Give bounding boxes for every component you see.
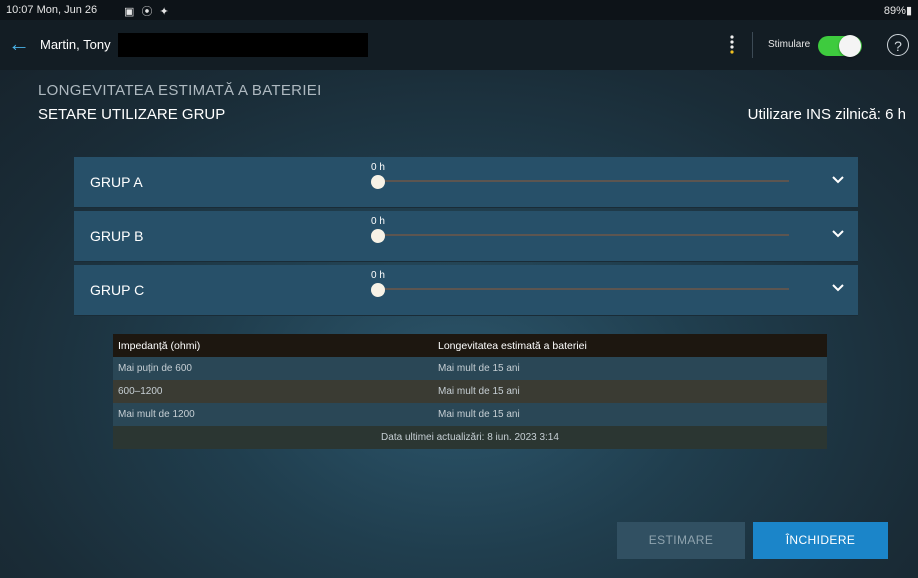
chevron-down-icon[interactable] (831, 229, 845, 239)
group-label: GRUP B (90, 228, 144, 244)
divider (752, 32, 753, 58)
group-row-b[interactable]: GRUP B 0 h (74, 211, 858, 261)
table-cell: Mai mult de 15 ani (438, 386, 520, 397)
table-row: Mai mult de 1200 Mai mult de 15 ani (113, 403, 827, 426)
clock: 10:07 Mon, Jun 26 (6, 4, 98, 16)
table-footer: Data ultimei actualizări: 8 iun. 2023 3:… (113, 426, 827, 449)
group-row-a[interactable]: GRUP A 0 h (74, 157, 858, 207)
redacted-block (118, 33, 368, 57)
group-row-c[interactable]: GRUP C 0 h (74, 265, 858, 315)
main-panel: LONGEVITATEA ESTIMATĂ A BATERIEI SETARE … (0, 70, 918, 578)
usage-slider-track[interactable] (379, 288, 789, 290)
group-label: GRUP A (90, 174, 143, 190)
table-cell: Mai mult de 1200 (118, 409, 195, 420)
slider-value: 0 h (371, 162, 385, 173)
group-usage-title: SETARE UTILIZARE GRUP (38, 106, 226, 123)
estimate-button[interactable]: ESTIMARE (617, 522, 745, 559)
table-cell: 600–1200 (118, 386, 163, 397)
daily-usage-value: Utilizare INS zilnică: 6 h (747, 106, 906, 123)
stimulation-toggle[interactable] (818, 35, 862, 57)
usage-slider-track[interactable] (379, 234, 789, 236)
battery-indicator: 89%▮ (883, 5, 912, 17)
help-icon[interactable]: ? (887, 34, 909, 56)
app-bar: ← Martin, Tony Stimulare ? (0, 20, 918, 70)
status-bar: 10:07 Mon, Jun 26 ▣ ⦿ ✦ 89%▮ (0, 0, 918, 20)
slider-value: 0 h (371, 216, 385, 227)
table-cell: Mai mult de 15 ani (438, 409, 520, 420)
table-header: Impedanță (ohmi) Longevitatea estimată a… (113, 334, 827, 357)
toggle-knob (839, 35, 861, 57)
page-title: LONGEVITATEA ESTIMATĂ A BATERIEI (38, 82, 322, 99)
column-header-longevity: Longevitatea estimată a bateriei (438, 340, 587, 352)
more-vert-icon[interactable] (727, 33, 737, 57)
table-row: Mai puțin de 600 Mai mult de 15 ani (113, 357, 827, 380)
stimulation-label: Stimulare (768, 39, 811, 50)
patient-name: Martin, Tony (40, 37, 111, 52)
usage-slider-thumb[interactable] (371, 229, 385, 243)
chevron-down-icon[interactable] (831, 283, 845, 293)
chevron-down-icon[interactable] (831, 175, 845, 185)
last-updated-text: Data ultimei actualizări: 8 iun. 2023 3:… (381, 432, 559, 443)
close-button[interactable]: ÎNCHIDERE (753, 522, 888, 559)
table-row: 600–1200 Mai mult de 15 ani (113, 380, 827, 403)
battery-longevity-table: Impedanță (ohmi) Longevitatea estimată a… (113, 334, 827, 449)
table-cell: Mai mult de 15 ani (438, 363, 520, 374)
usage-slider-thumb[interactable] (371, 175, 385, 189)
group-label: GRUP C (90, 282, 145, 298)
slider-value: 0 h (371, 270, 385, 281)
usage-slider-thumb[interactable] (371, 283, 385, 297)
column-header-impedance: Impedanță (ohmi) (118, 340, 201, 352)
table-cell: Mai puțin de 600 (118, 363, 192, 374)
back-arrow-icon[interactable]: ← (8, 32, 32, 56)
notification-icons: ▣ ⦿ ✦ (124, 6, 171, 18)
usage-slider-track[interactable] (379, 180, 789, 182)
